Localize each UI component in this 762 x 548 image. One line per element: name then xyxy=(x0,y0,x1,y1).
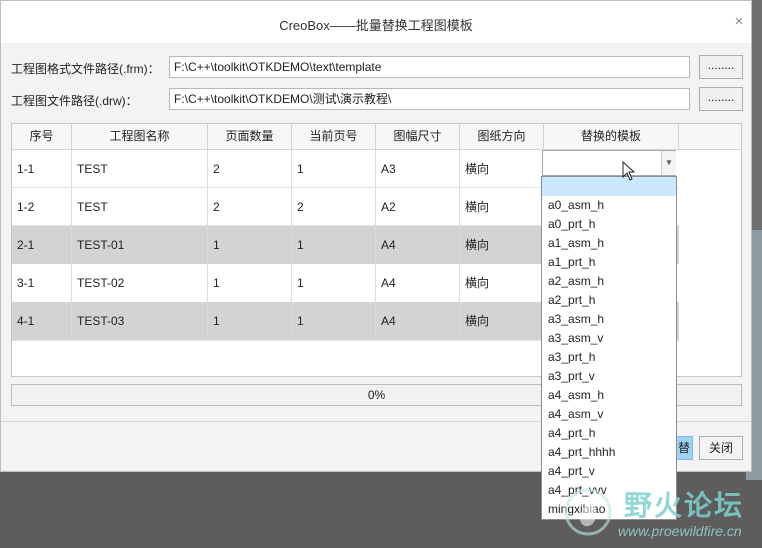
cell-name: TEST-01 xyxy=(72,226,208,264)
template-dropdown-list: a0_asm_h a0_prt_h a1_asm_h a1_prt_h a2_a… xyxy=(541,176,677,520)
cell-page-count: 1 xyxy=(208,226,292,264)
title-bar[interactable]: CreoBox——批量替换工程图模板 × xyxy=(1,1,751,43)
cell-current-page: 1 xyxy=(292,264,376,302)
cell-name: TEST-02 xyxy=(72,264,208,302)
cell-sheet-size: A4 xyxy=(376,264,460,302)
cell-orientation: 横向 xyxy=(460,188,544,226)
dropdown-option[interactable]: a4_prt_v xyxy=(542,462,676,481)
window-title: CreoBox——批量替换工程图模板 xyxy=(279,18,473,33)
replace-button-label: 替换 xyxy=(677,441,690,455)
column-header-orientation[interactable]: 图纸方向 xyxy=(460,124,544,149)
frm-path-input[interactable]: F:\C++\toolkit\OTKDEMO\text\template xyxy=(169,56,690,78)
dropdown-option[interactable] xyxy=(542,177,676,196)
dropdown-option[interactable]: a4_prt_vvv xyxy=(542,481,676,500)
cell-page-count: 2 xyxy=(208,150,292,188)
cell-name: TEST xyxy=(72,188,208,226)
cell-page-count: 2 xyxy=(208,188,292,226)
cell-page-count: 1 xyxy=(208,302,292,340)
column-header-template[interactable]: 替换的模板 xyxy=(544,124,679,149)
progress-text: 0% xyxy=(367,388,386,402)
dropdown-option[interactable]: mingxibiao xyxy=(542,500,676,519)
dropdown-option[interactable]: a4_asm_v xyxy=(542,405,676,424)
cell-orientation: 横向 xyxy=(460,302,544,340)
column-header-name[interactable]: 工程图名称 xyxy=(72,124,208,149)
cell-current-page: 1 xyxy=(292,302,376,340)
dropdown-option[interactable]: a4_prt_hhhh xyxy=(542,443,676,462)
close-button[interactable]: 关闭 xyxy=(699,436,743,460)
dropdown-option[interactable]: a3_asm_v xyxy=(542,329,676,348)
dropdown-option[interactable]: a2_asm_h xyxy=(542,272,676,291)
dropdown-option[interactable]: a3_asm_h xyxy=(542,310,676,329)
close-icon[interactable]: × xyxy=(729,12,749,32)
column-header-page-count[interactable]: 页面数量 xyxy=(208,124,292,149)
cell-index: 3-1 xyxy=(12,264,72,302)
cell-name: TEST-03 xyxy=(72,302,208,340)
cell-current-page: 1 xyxy=(292,150,376,188)
frm-path-label: 工程图格式文件路径(.frm)： xyxy=(11,62,160,76)
cell-orientation: 横向 xyxy=(460,226,544,264)
template-combobox[interactable]: ▼ xyxy=(542,150,676,176)
cell-index: 1-1 xyxy=(12,150,72,188)
dropdown-option[interactable]: a0_prt_h xyxy=(542,215,676,234)
cell-current-page: 2 xyxy=(292,188,376,226)
drw-path-input[interactable]: F:\C++\toolkit\OTKDEMO\测试\演示教程\ xyxy=(169,88,690,110)
column-header-current-page[interactable]: 当前页号 xyxy=(292,124,376,149)
drw-browse-button[interactable]: ........ xyxy=(699,87,743,111)
cell-index: 1-2 xyxy=(12,188,72,226)
cell-sheet-size: A3 xyxy=(376,150,460,188)
dropdown-option[interactable]: a1_asm_h xyxy=(542,234,676,253)
dropdown-option[interactable]: a4_prt_h xyxy=(542,424,676,443)
cell-sheet-size: A2 xyxy=(376,188,460,226)
cell-index: 4-1 xyxy=(12,302,72,340)
cell-orientation: 横向 xyxy=(460,150,544,188)
cell-current-page: 1 xyxy=(292,226,376,264)
cell-sheet-size: A4 xyxy=(376,226,460,264)
cell-name: TEST xyxy=(72,150,208,188)
chevron-down-icon[interactable]: ▼ xyxy=(661,151,676,175)
cell-orientation: 横向 xyxy=(460,264,544,302)
drw-path-label: 工程图文件路径(.drw)： xyxy=(11,94,138,108)
dropdown-option[interactable]: a4_asm_h xyxy=(542,386,676,405)
cell-sheet-size: A4 xyxy=(376,302,460,340)
dropdown-option[interactable]: a0_asm_h xyxy=(542,196,676,215)
dropdown-option[interactable]: a1_prt_h xyxy=(542,253,676,272)
column-header-sheet-size[interactable]: 图幅尺寸 xyxy=(376,124,460,149)
dropdown-option[interactable]: a3_prt_h xyxy=(542,348,676,367)
cell-index: 2-1 xyxy=(12,226,72,264)
column-header-index[interactable]: 序号 xyxy=(12,124,72,149)
cell-page-count: 1 xyxy=(208,264,292,302)
table-header: 序号 工程图名称 页面数量 当前页号 图幅尺寸 图纸方向 替换的模板 xyxy=(12,124,741,150)
frm-browse-button[interactable]: ........ xyxy=(699,55,743,79)
dropdown-option[interactable]: a2_prt_h xyxy=(542,291,676,310)
dropdown-option[interactable]: a3_prt_v xyxy=(542,367,676,386)
mouse-cursor-icon xyxy=(622,161,636,181)
